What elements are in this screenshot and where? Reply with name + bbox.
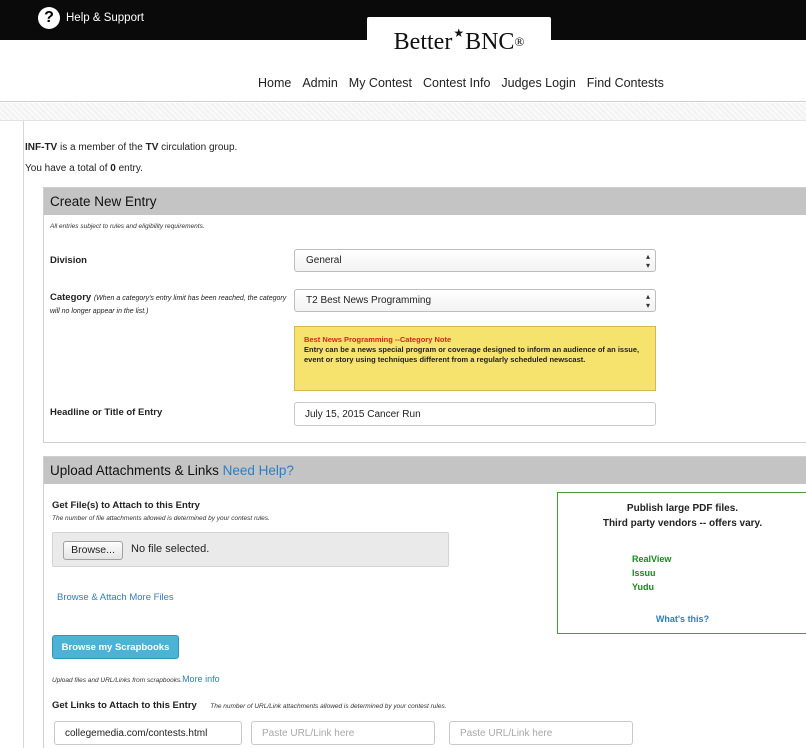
help-support-link[interactable]: ? Help & Support <box>38 7 144 29</box>
category-note: Best News Programming --Category Note En… <box>294 326 656 391</box>
whats-this-link[interactable]: What's this? <box>558 614 806 624</box>
division-label: Division <box>50 255 87 266</box>
files-label: Get File(s) to Attach to this Entry <box>52 500 200 511</box>
category-label-block: Category (When a category's entry limit … <box>50 292 295 318</box>
vendor-realview-link[interactable]: RealView <box>632 554 671 564</box>
nav-find-contests[interactable]: Find Contests <box>587 76 664 90</box>
pdf-box-line1: Publish large PDF files. <box>626 503 739 514</box>
main-content: INF-TV is a member of the TV circulation… <box>23 121 806 748</box>
membership-line: INF-TV is a member of the TV circulation… <box>25 142 237 153</box>
division-value: General <box>306 255 342 266</box>
member-text: is a member of the <box>57 142 146 153</box>
category-note-body: Entry can be a news special program or c… <box>304 345 640 364</box>
pattern-band <box>0 103 806 121</box>
division-select[interactable]: General ▴ ▾ <box>294 249 656 272</box>
browse-button[interactable]: Browse... <box>63 541 123 560</box>
nav-admin[interactable]: Admin <box>302 76 337 90</box>
browse-scrapbooks-button[interactable]: Browse my Scrapbooks <box>52 635 179 659</box>
nav-my-contest[interactable]: My Contest <box>349 76 412 90</box>
browse-more-files-link[interactable]: Browse & Attach More Files <box>57 592 174 603</box>
category-note-title: Best News Programming --Category Note <box>304 335 452 344</box>
category-value: T2 Best News Programming <box>306 295 432 306</box>
need-help-link[interactable]: Need Help? <box>223 463 294 478</box>
files-note: The number of file attachments allowed i… <box>52 515 270 522</box>
category-select[interactable]: T2 Best News Programming ▴ ▾ <box>294 289 656 312</box>
group-name: TV <box>145 142 159 153</box>
create-entry-heading: Create New Entry <box>44 188 806 215</box>
entry-count-line: You have a total of 0 entry. <box>25 163 143 174</box>
pdf-vendors-box: Publish large PDF files. Third party ven… <box>557 492 806 634</box>
no-file-text: No file selected. <box>131 543 210 555</box>
help-support-label: Help & Support <box>66 12 144 24</box>
link-input-1[interactable]: collegemedia.com/contests.html <box>54 721 242 745</box>
vendor-issuu-link[interactable]: Issuu <box>632 568 656 578</box>
help-question-icon: ? <box>38 7 60 29</box>
scrapbook-note: Upload files and URL/Links from scrapboo… <box>52 677 183 684</box>
more-info-link[interactable]: More info <box>182 674 220 684</box>
pdf-box-line2: Third party vendors -- offers vary. <box>602 518 763 529</box>
links-label: Get Links to Attach to this Entry <box>52 700 197 711</box>
create-entry-panel: Create New Entry All entries subject to … <box>43 187 806 443</box>
rules-note: All entries subject to rules and eligibi… <box>50 223 205 230</box>
file-input[interactable]: Browse... No file selected. <box>52 532 449 567</box>
nav-home[interactable]: Home <box>258 76 291 90</box>
upload-attachments-panel: Upload Attachments & Links Need Help? Ge… <box>43 456 806 748</box>
vendor-yudu-link[interactable]: Yudu <box>632 582 654 592</box>
category-label: Category <box>50 292 92 303</box>
nav-contest-info[interactable]: Contest Info <box>423 76 490 90</box>
total-suffix: entry. <box>115 163 143 174</box>
headline-label: Headline or Title of Entry <box>50 407 163 418</box>
total-prefix: You have a total of <box>25 163 111 174</box>
select-arrow-icon: ▴ ▾ <box>645 292 650 310</box>
links-note: The number of URL/Link attachments allow… <box>210 703 447 710</box>
headline-input[interactable]: July 15, 2015 Cancer Run <box>294 402 656 426</box>
select-arrow-icon: ▴ ▾ <box>645 252 650 270</box>
scrapbook-note-line: Upload files and URL/Links from scrapboo… <box>52 669 220 687</box>
nav-judges-login[interactable]: Judges Login <box>501 76 575 90</box>
upload-heading: Upload Attachments & Links Need Help? <box>44 457 806 484</box>
link-input-2[interactable]: Paste URL/Link here <box>251 721 435 745</box>
group-text: circulation group. <box>158 142 238 153</box>
link-input-3[interactable]: Paste URL/Link here <box>449 721 633 745</box>
links-label-line: Get Links to Attach to this Entry The nu… <box>52 695 447 713</box>
logo-star-icon: ★ <box>453 25 465 40</box>
member-name: INF-TV <box>25 142 58 153</box>
main-nav: Home Admin My Contest Contest Info Judge… <box>0 40 806 102</box>
upload-heading-text: Upload Attachments & Links <box>50 463 219 478</box>
